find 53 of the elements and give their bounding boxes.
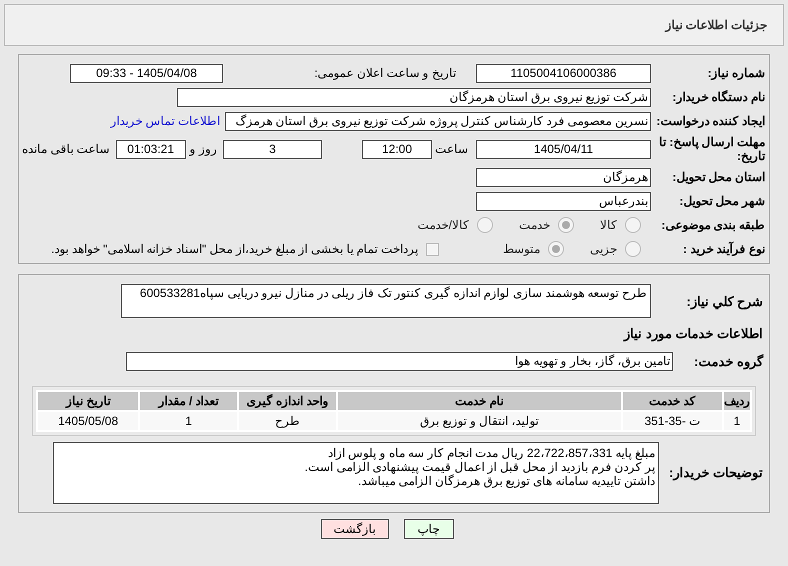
checkbox[interactable]	[426, 242, 439, 256]
radio-label: خدمت	[519, 217, 550, 234]
buyer-contact-link[interactable]: اطلاعات تماس خریدار	[110, 112, 220, 130]
radio-button[interactable]	[548, 241, 564, 257]
text-field[interactable]: 1105004106000386	[476, 64, 651, 82]
text-field[interactable]: 3	[223, 140, 322, 158]
countdown-field[interactable]: 01:03:21	[116, 140, 186, 158]
field-label: تاریخ و ساعت اعلان عمومی:	[313, 65, 456, 82]
table-cell: تولید، انتقال و توزیع برق	[336, 410, 622, 430]
page-title: جزئیات اطلاعات نیاز	[665, 17, 767, 34]
field-label: توضیحات خریدار:	[669, 464, 763, 480]
field-label: شرح کلي نياز:	[686, 294, 763, 309]
table-cell: 1	[723, 410, 751, 430]
description-textarea[interactable]: طرح توسعه هوشمند سازی لوازم اندازه گیری کنتور تک فاز ریلی در منازل نیرو دریایی سپاه600533281	[121, 284, 651, 318]
radio-button[interactable]	[558, 217, 574, 233]
field-label: روز و	[190, 141, 217, 158]
text-field[interactable]: بندرعباس	[476, 192, 651, 210]
text-field[interactable]: هرمزگان	[476, 168, 651, 186]
column-header: واحد اندازه گیری	[238, 390, 337, 410]
field-label: طبقه بندی موضوعی:	[660, 218, 765, 232]
column-header: نام خدمت	[336, 390, 622, 410]
text-field[interactable]: نسرین معصومی فرد کارشناس کنترل پروژه شرکت توزیع نیروی برق استان هرمزگ	[225, 112, 651, 130]
checkbox-label: پرداخت تمام یا بخشی از مبلغ خرید،از محل "اسناد خزانه اسلامی" خواهد بود.	[51, 241, 418, 258]
back-button[interactable]: بازگشت	[320, 518, 388, 538]
column-header: تعداد / مقدار	[139, 390, 238, 410]
radio-button[interactable]	[625, 217, 641, 233]
field-label: نام دستگاه خریدار:	[671, 90, 765, 104]
print-button[interactable]: چاپ	[404, 518, 454, 538]
column-header: کد خدمت	[622, 390, 723, 410]
radio-label: متوسط	[503, 241, 540, 258]
field-label: ایجاد کننده درخواست:	[655, 114, 765, 128]
radio-button[interactable]	[477, 217, 493, 233]
field-label: شهر محل تحویل:	[678, 194, 765, 208]
field-label: استان محل تحویل:	[671, 170, 765, 184]
column-header: تاریخ نیاز	[37, 390, 140, 410]
radio-button[interactable]	[625, 241, 641, 257]
text-field[interactable]: شرکت توزیع نیروی برق استان هرمزگان	[177, 88, 651, 106]
field-label: مهلت ارسال پاسخ: تا تاریخ:	[658, 135, 765, 163]
radio-label: کالا/خدمت	[418, 217, 469, 234]
buyer-notes-textarea[interactable]: مبلغ پایه 22،722،857،331 ریال مدت انجام کار سه ماه و پلوس ازاد پر کردن فرم بازدید از محل قبل از اعمال قیمت پیشنهادی الزامی است. داشتن تاییدیه سامانه های توزیع برق هرمزگان الزامی میباشد.	[53, 442, 659, 504]
field-label: ساعت	[434, 141, 468, 158]
text-field[interactable]: 12:00	[362, 140, 432, 158]
text-field[interactable]: 1405/04/08 - 09:33	[70, 64, 223, 82]
field-label: نوع فرآیند خرید :	[682, 242, 765, 256]
text-field[interactable]: 1405/04/11	[476, 140, 651, 158]
field-label: شماره نیاز:	[706, 66, 765, 80]
radio-label: جزیی	[590, 241, 617, 258]
field-label: ساعت باقی مانده	[22, 141, 110, 158]
radio-label: کالا	[600, 217, 617, 234]
field-label: گروه خدمت:	[694, 354, 763, 369]
service-group-field[interactable]: تامین برق، گاز، بخار و تهویه هوا	[126, 352, 673, 372]
section-title: اطلاعات خدمات مورد نیاز	[624, 326, 763, 341]
column-header: ردیف	[723, 390, 751, 410]
